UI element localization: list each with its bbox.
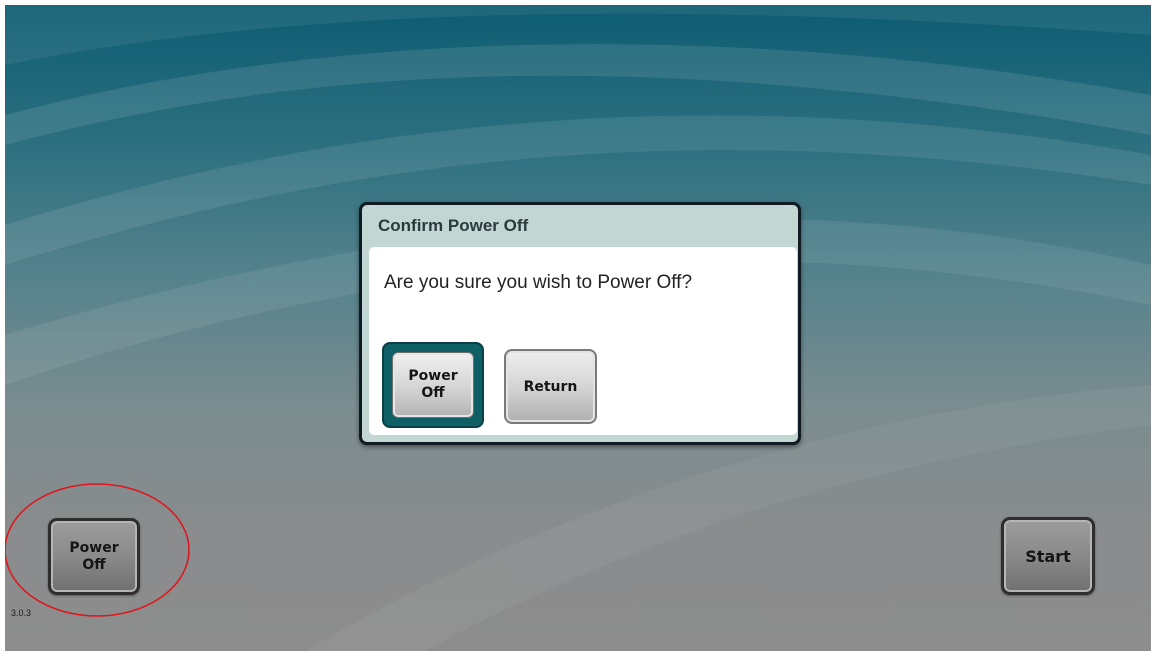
confirm-power-off-button-label: Power Off	[392, 352, 474, 418]
dialog-title: Confirm Power Off	[378, 216, 529, 235]
confirm-power-off-button[interactable]: Power Off	[382, 342, 484, 428]
confirm-power-off-dialog: Confirm Power Off Are you sure you wish …	[359, 202, 801, 445]
return-button[interactable]: Return	[504, 349, 597, 424]
version-label: 3.0.3	[11, 608, 32, 618]
start-button[interactable]: Start	[1001, 517, 1095, 595]
app-screen: Power Off Start 3.0.3 Confirm Power Off …	[5, 5, 1151, 651]
dialog-body: Are you sure you wish to Power Off? Powe…	[369, 247, 797, 435]
dialog-message: Are you sure you wish to Power Off?	[384, 272, 693, 293]
power-off-button[interactable]: Power Off	[48, 518, 140, 595]
